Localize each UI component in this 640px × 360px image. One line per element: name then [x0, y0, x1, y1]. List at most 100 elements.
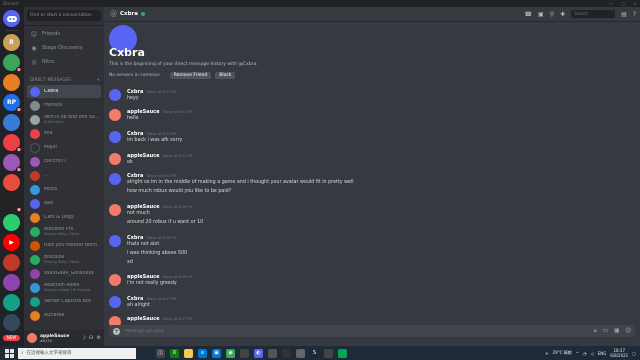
minimize-button[interactable]: — — [608, 0, 614, 7]
task-view-icon[interactable]: ◫ — [156, 348, 165, 358]
app-icon[interactable] — [296, 348, 305, 358]
gift-icon[interactable]: ⌂ — [593, 328, 597, 334]
dm-item[interactable]: MEE6 — [27, 183, 101, 196]
server-icon[interactable] — [3, 74, 20, 91]
xbox-icon[interactable]: X — [170, 348, 179, 358]
store-icon[interactable]: ▣ — [212, 348, 221, 358]
dm-item[interactable]: sn9 — [27, 127, 101, 140]
dm-name: sn9 — [44, 131, 53, 136]
dm-item[interactable]: mensss — [27, 99, 101, 112]
server-icon[interactable] — [3, 254, 20, 271]
input-language[interactable]: ENG — [598, 351, 607, 356]
message-timestamp: Today at 6:44 PM — [162, 154, 193, 158]
help-icon[interactable]: ? — [633, 11, 636, 18]
nav-friends[interactable]: ☺ Friends — [27, 28, 101, 40]
dm-item[interactable]: Reaction Roles Playing rr/help | 8 Hospit… — [27, 281, 101, 294]
server-icon[interactable] — [3, 114, 20, 131]
dm-item[interactable]: .. — [27, 169, 101, 182]
app-icon[interactable] — [324, 348, 333, 358]
message-author[interactable]: appleSauce — [127, 274, 160, 280]
clock[interactable]: 18:37 6/8/2021 — [610, 348, 628, 358]
app-icon[interactable] — [268, 348, 277, 358]
add-friends-to-dm-icon[interactable]: ✚ — [560, 11, 565, 18]
server-icon[interactable]: R — [3, 34, 20, 51]
nav-stage-discovery[interactable]: ◉ Stage Discovery — [27, 42, 101, 54]
server-icon[interactable] — [3, 314, 20, 331]
dm-item[interactable]: Cats & Dogs — [27, 211, 101, 224]
nav-nitro[interactable]: ◎ Nitro — [27, 56, 101, 68]
message-author[interactable]: appleSauce — [127, 316, 160, 322]
message-author[interactable]: Cxbra — [127, 296, 143, 302]
dm-item[interactable]: Cxbra — [27, 85, 101, 98]
dm-name: MEE6 — [44, 187, 58, 192]
app-icon[interactable] — [240, 348, 249, 358]
app-icon[interactable] — [338, 348, 347, 358]
message-author[interactable]: Cxbra — [127, 131, 143, 137]
sticker-icon[interactable]: ▦ — [614, 328, 619, 334]
server-icon[interactable]: 1 — [3, 54, 22, 72]
microphone-icon[interactable]: ♪ — [83, 335, 86, 341]
upload-plus-icon[interactable]: + — [113, 327, 120, 335]
edge-icon[interactable]: e — [198, 348, 207, 358]
server-icon[interactable] — [3, 174, 20, 191]
message-author[interactable]: Cxbra — [127, 173, 143, 179]
dm-item[interactable]: lwin is ob and onfl su... 6 Members — [27, 113, 101, 126]
close-button[interactable]: ✕ — [632, 0, 638, 7]
message-author[interactable]: Cxbra — [127, 89, 143, 95]
unread-badge: 2 — [15, 147, 22, 152]
inbox-icon[interactable]: ▤ — [621, 11, 627, 18]
maximize-button[interactable]: ▢ — [620, 0, 626, 7]
create-dm-button[interactable]: + — [96, 77, 100, 82]
start-button[interactable] — [3, 348, 15, 358]
avatar — [109, 131, 121, 143]
message-author[interactable]: appleSauce — [127, 204, 160, 210]
volume-icon[interactable]: ◁ — [591, 351, 594, 356]
tray-expand-icon[interactable]: ^ — [576, 351, 579, 356]
home-button[interactable] — [3, 10, 20, 27]
server-icon[interactable]: 5 — [3, 194, 22, 212]
message-input[interactable] — [125, 328, 545, 334]
settings-gear-icon[interactable]: ⚙ — [97, 335, 101, 341]
user-avatar[interactable] — [27, 333, 37, 343]
chrome-icon[interactable]: ◉ — [226, 348, 235, 358]
app-icon[interactable] — [282, 348, 291, 358]
server-icon[interactable] — [3, 274, 20, 291]
dm-item[interactable]: dad — [27, 197, 101, 210]
new-badge[interactable]: NEW — [3, 335, 20, 341]
dm-item[interactable]: ElectroYT — [27, 155, 101, 168]
server-icon[interactable] — [3, 294, 20, 311]
server-icon[interactable]: RP 2 — [3, 94, 22, 112]
weather-text[interactable]: 29°C 晴朗 — [553, 350, 572, 356]
message-author[interactable]: appleSauce — [127, 153, 160, 159]
message-author[interactable]: appleSauce — [127, 109, 160, 115]
steam-icon[interactable]: S — [310, 348, 319, 358]
server-icon[interactable] — [3, 214, 20, 231]
taskbar-search[interactable]: ⌕ 在這裡輸入文字來搜尋 — [18, 347, 136, 359]
dm-item[interactable]: Server Captcha Bot — [27, 295, 101, 308]
dm-item[interactable]: Blocblok Playing Tetip | Stella — [27, 253, 101, 266]
dm-item[interactable]: Auriaree — [27, 309, 101, 322]
discord-taskbar-icon[interactable]: ◐ — [254, 348, 263, 358]
dm-item[interactable]: Blocblok Pro Playing Tetip | Stella — [27, 225, 101, 238]
message-author[interactable]: Cxbra — [127, 235, 143, 241]
notifications-icon[interactable]: ▢ — [632, 351, 636, 356]
pinned-messages-icon[interactable]: ⚲ — [550, 11, 554, 18]
dm-item[interactable]: Major — [27, 141, 101, 154]
dm-item[interactable]: xxxXGaav_GoraXxxx — [27, 267, 101, 280]
remove-friend-button[interactable]: Remove Friend — [169, 72, 212, 79]
dm-item[interactable]: fuck you mother bitch — [27, 239, 101, 252]
gif-icon[interactable]: ▭ — [603, 328, 608, 334]
server-icon[interactable]: 2 — [3, 134, 22, 152]
network-icon[interactable]: ◔ — [583, 351, 587, 356]
dm-search-input[interactable]: Find or start a conversation — [27, 10, 101, 21]
server-icon[interactable]: ▶ — [3, 234, 20, 251]
video-call-icon[interactable]: ▣ — [538, 11, 544, 18]
voice-call-icon[interactable]: ☎ — [525, 11, 532, 18]
block-button[interactable]: Block — [215, 72, 236, 79]
search-input[interactable]: Search — [571, 10, 616, 18]
unread-badge: 5 — [15, 207, 22, 212]
emoji-icon[interactable]: ☺ — [625, 328, 631, 334]
file-explorer-icon[interactable] — [184, 348, 193, 358]
server-icon[interactable]: 1 — [3, 154, 22, 172]
headphones-icon[interactable]: ☊ — [89, 335, 93, 341]
